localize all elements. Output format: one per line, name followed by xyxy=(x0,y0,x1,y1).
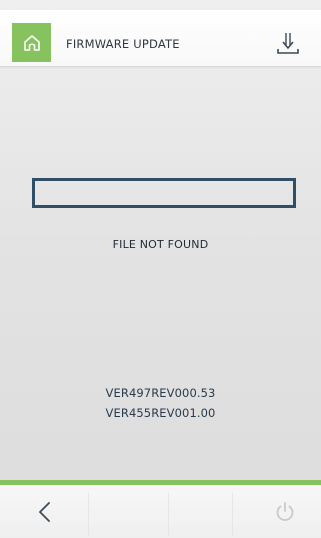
footer-divider xyxy=(88,493,89,537)
power-icon xyxy=(276,502,294,521)
footer-divider xyxy=(168,493,169,537)
home-icon xyxy=(23,34,40,51)
download-icon xyxy=(277,32,299,54)
version-label-1: VER497REV000.53 xyxy=(105,386,216,400)
download-button[interactable] xyxy=(275,29,301,58)
power-button[interactable] xyxy=(268,495,302,529)
progress-bar xyxy=(32,178,296,208)
version-label-2: VER455REV001.00 xyxy=(105,406,216,420)
home-button[interactable] xyxy=(12,23,51,62)
footer-divider xyxy=(232,493,233,537)
status-message: FILE NOT FOUND xyxy=(112,238,209,251)
chevron-left-icon xyxy=(39,502,50,522)
header-bar: FIRMWARE UPDATE xyxy=(0,10,321,66)
back-button[interactable] xyxy=(28,495,62,529)
firmware-update-screen: FIRMWARE UPDATE FILE NOT FOUND VER497REV… xyxy=(0,0,321,538)
page-title: FIRMWARE UPDATE xyxy=(66,37,180,51)
